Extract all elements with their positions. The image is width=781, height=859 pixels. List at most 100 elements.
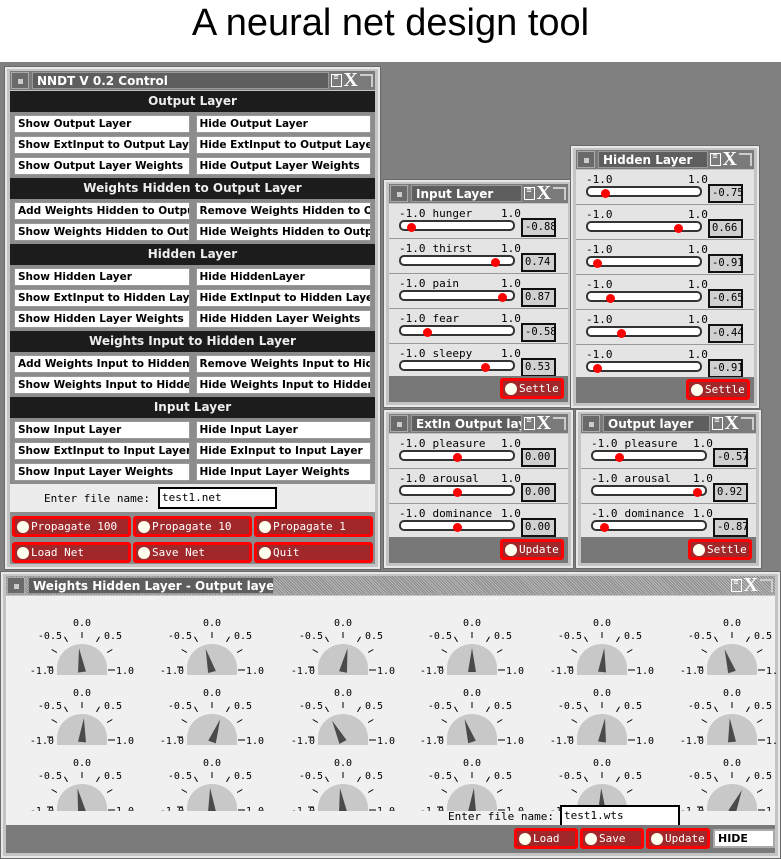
unit-value-box[interactable]: 0.00 [521, 448, 556, 467]
unit-value-box[interactable]: -0.75 [708, 184, 744, 203]
show-button[interactable]: Show Input Layer Weights [14, 463, 190, 481]
show-button[interactable]: Show ExtInput to Output Layer [14, 136, 190, 154]
slider-knob[interactable] [453, 453, 462, 462]
load-net-button[interactable]: Load Net [12, 542, 131, 563]
window-menu-icon[interactable] [7, 577, 25, 594]
maximize-icon[interactable] [760, 579, 773, 592]
window-menu-icon[interactable] [390, 185, 408, 202]
settle-button[interactable]: Settle [500, 378, 564, 399]
output-layer-title-bar[interactable]: Output layer ≡ X [581, 413, 756, 433]
close-x-icon[interactable]: X [537, 413, 551, 433]
close-x-icon[interactable]: X [537, 183, 551, 203]
hide-button[interactable]: Hide ExtInput to Output Layer [195, 136, 371, 154]
unit-slider[interactable] [586, 186, 702, 198]
unit-value-box[interactable]: -0.87 [713, 518, 749, 537]
slider-knob[interactable] [592, 364, 602, 373]
hide-button[interactable]: Hide HiddenLayer [195, 268, 371, 286]
unit-value-box[interactable]: 0.87 [521, 288, 556, 307]
unit-slider[interactable] [591, 485, 707, 497]
slider-knob[interactable] [592, 259, 602, 268]
weights-load-button[interactable]: Load [514, 828, 578, 849]
propagate-100-button[interactable]: Propagate 100 [12, 516, 131, 537]
show-button[interactable]: Show Hidden Layer Weights [14, 310, 190, 328]
hide-button[interactable]: Hide Output Layer Weights [195, 157, 371, 175]
hide-button[interactable]: Remove Weights Hidden to Output [195, 202, 371, 220]
hidden-layer-title-bar[interactable]: Hidden Layer ≡ X [576, 149, 754, 169]
slider-knob[interactable] [601, 189, 610, 198]
document-icon[interactable]: ≡ [711, 417, 723, 430]
maximize-icon[interactable] [739, 153, 752, 166]
extin-output-title-bar[interactable]: ExtIn Output lay ≡ X [389, 413, 568, 433]
slider-knob[interactable] [498, 293, 508, 302]
weights-save-button[interactable]: Save [580, 828, 644, 849]
unit-value-box[interactable]: 0.66 [708, 219, 743, 238]
unit-slider[interactable] [399, 360, 515, 372]
unit-slider[interactable] [399, 485, 515, 497]
close-x-icon[interactable]: X [723, 149, 737, 169]
weights-title-bar[interactable]: Weights Hidden Layer - Output layer ≡ X [6, 575, 775, 595]
document-icon[interactable]: ≡ [730, 579, 742, 592]
unit-value-box[interactable]: -0.91 [708, 254, 744, 273]
show-button[interactable]: Show ExtInput to Hidden Layer [14, 289, 190, 307]
hide-button[interactable]: Hide ExInput to Input Layer [195, 442, 371, 460]
slider-knob[interactable] [692, 488, 702, 497]
show-button[interactable]: Show Hidden Layer [14, 268, 190, 286]
weights-update-button[interactable]: Update [646, 828, 710, 849]
unit-value-box[interactable]: 0.92 [713, 483, 748, 502]
show-button[interactable]: Add Weights Input to Hidden [14, 355, 190, 373]
propagate-1-button[interactable]: Propagate 1 [254, 516, 373, 537]
slider-knob[interactable] [453, 523, 462, 532]
control-title-bar[interactable]: NNDT V 0.2 Control ≡ X [10, 70, 375, 90]
window-menu-icon[interactable] [11, 72, 29, 89]
slider-knob[interactable] [407, 223, 417, 232]
maximize-icon[interactable] [553, 417, 566, 430]
slider-knob[interactable] [617, 329, 627, 338]
unit-value-box[interactable]: -0.91 [708, 359, 744, 378]
window-menu-icon[interactable] [582, 415, 600, 432]
unit-value-box[interactable]: -0.88 [521, 218, 557, 237]
input-layer-title-bar[interactable]: Input Layer ≡ X [389, 183, 568, 203]
update-button[interactable]: Update [500, 539, 564, 560]
hide-button[interactable]: Hide Hidden Layer Weights [195, 310, 371, 328]
document-icon[interactable]: ≡ [330, 74, 342, 87]
unit-slider[interactable] [586, 326, 702, 338]
document-icon[interactable]: ≡ [523, 187, 535, 200]
window-menu-icon[interactable] [390, 415, 408, 432]
unit-slider[interactable] [399, 290, 515, 302]
show-button[interactable]: Show ExtInput to Input Layer [14, 442, 190, 460]
slider-knob[interactable] [606, 294, 616, 303]
maximize-icon[interactable] [741, 417, 754, 430]
maximize-icon[interactable] [360, 74, 373, 87]
unit-slider[interactable] [399, 325, 515, 337]
unit-slider[interactable] [591, 520, 707, 532]
show-button[interactable]: Show Weights Hidden to Output [14, 223, 190, 241]
hide-button[interactable]: Hide Input Layer Weights [195, 463, 371, 481]
hide-button[interactable]: Hide Weights Input to Hidden [195, 376, 371, 394]
hide-button[interactable]: Hide ExtInput to Hidden Layer [195, 289, 371, 307]
show-button[interactable]: Add Weights Hidden to Output [14, 202, 190, 220]
unit-slider[interactable] [586, 256, 702, 268]
slider-knob[interactable] [422, 328, 432, 337]
unit-slider[interactable] [586, 291, 702, 303]
unit-slider[interactable] [586, 361, 702, 373]
unit-slider[interactable] [399, 255, 515, 267]
unit-value-box[interactable]: 0.74 [521, 253, 556, 272]
hide-button[interactable]: Hide Weights Hidden to Output [195, 223, 371, 241]
hide-button[interactable]: Remove Weights Input to Hidden [195, 355, 371, 373]
slider-knob[interactable] [491, 258, 501, 267]
close-x-icon[interactable]: X [725, 413, 739, 433]
file-name-input[interactable]: test1.net [157, 487, 277, 509]
hide-button[interactable]: HIDE [713, 829, 775, 848]
document-icon[interactable]: ≡ [709, 153, 721, 166]
save-net-button[interactable]: Save Net [133, 542, 252, 563]
quit-button[interactable]: Quit [254, 542, 373, 563]
window-menu-icon[interactable] [577, 151, 595, 168]
maximize-icon[interactable] [553, 187, 566, 200]
show-button[interactable]: Show Output Layer [14, 115, 190, 133]
document-icon[interactable]: ≡ [523, 417, 535, 430]
hide-button[interactable]: Hide Input Layer [195, 421, 371, 439]
unit-value-box[interactable]: -0.65 [708, 289, 744, 308]
unit-value-box[interactable]: 0.00 [521, 483, 556, 502]
settle-button[interactable]: Settle [688, 539, 752, 560]
unit-value-box[interactable]: -0.57 [713, 448, 749, 467]
